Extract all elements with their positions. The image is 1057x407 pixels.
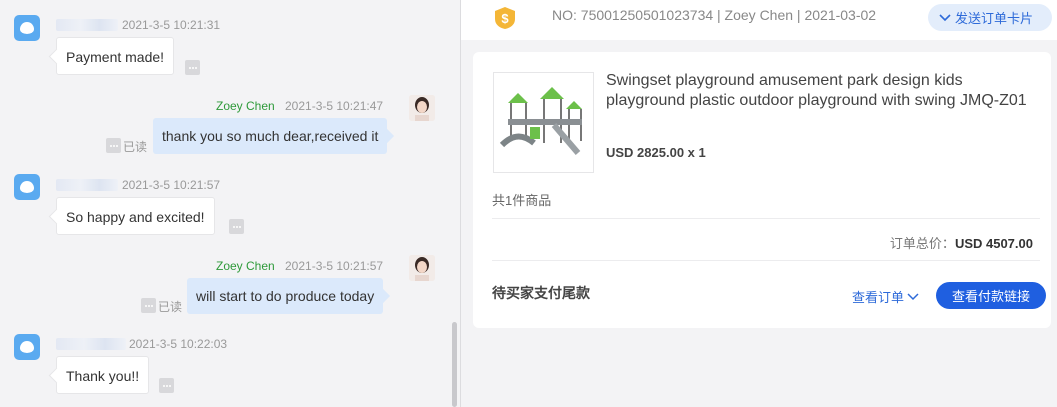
seller-avatar-image bbox=[409, 95, 435, 121]
dollar-shield-icon: $ bbox=[495, 7, 515, 29]
outgoing-message: thank you so much dear,received it bbox=[153, 118, 388, 154]
more-options-icon[interactable] bbox=[141, 298, 156, 313]
view-payment-link-button[interactable]: 查看付款链接 bbox=[936, 282, 1046, 309]
buyer-name-redacted bbox=[56, 179, 118, 191]
divider bbox=[492, 260, 1040, 261]
order-panel: $ NO: 75001250501023734 | Zoey Chen | 20… bbox=[461, 0, 1057, 407]
outgoing-message: will start to do produce today bbox=[187, 278, 384, 314]
order-total: 订单总价：USD 4507.00 bbox=[890, 233, 1033, 252]
send-order-card-button[interactable]: 发送订单卡片 bbox=[928, 4, 1052, 31]
order-total-label: 订单总价： bbox=[889, 236, 955, 251]
read-status: 已读 bbox=[158, 300, 183, 314]
incoming-message: Thank you!! bbox=[56, 356, 150, 394]
buyer-name-redacted bbox=[56, 338, 126, 350]
chevron-down-icon bbox=[939, 13, 951, 21]
message-time: 2021-3-5 10:21:57 bbox=[122, 178, 221, 192]
message-time: 2021-3-5 10:22:03 bbox=[129, 337, 228, 351]
send-order-card-label: 发送订单卡片 bbox=[955, 11, 1034, 26]
buyer-avatar[interactable] bbox=[14, 334, 40, 360]
divider bbox=[492, 218, 1040, 219]
order-card: Swingset playground amusement park desig… bbox=[473, 52, 1051, 328]
more-options-icon[interactable] bbox=[159, 378, 174, 393]
order-total-value: USD 4507.00 bbox=[954, 236, 1033, 251]
seller-avatar[interactable] bbox=[409, 255, 435, 281]
incoming-message: Payment made! bbox=[56, 37, 175, 75]
chat-panel: 2021-3-5 10:21:31 Payment made! Zoey Che… bbox=[0, 0, 460, 407]
product-title[interactable]: Swingset playground amusement park desig… bbox=[606, 71, 1036, 111]
message-time: 2021-3-5 10:21:31 bbox=[122, 18, 221, 32]
buyer-avatar[interactable] bbox=[14, 15, 40, 41]
chat-scrollbar[interactable] bbox=[452, 322, 457, 407]
more-options-icon[interactable] bbox=[106, 138, 121, 153]
svg-text:$: $ bbox=[501, 11, 509, 26]
message-time: 2021-3-5 10:21:57 bbox=[285, 259, 384, 273]
chevron-down-icon bbox=[907, 292, 919, 300]
item-count: 共1件商品 bbox=[492, 193, 552, 208]
read-status: 已读 bbox=[123, 140, 148, 154]
message-time: 2021-3-5 10:21:47 bbox=[285, 99, 384, 113]
playground-image bbox=[494, 73, 593, 172]
sender-name: Zoey Chen bbox=[216, 259, 275, 273]
product-thumbnail[interactable] bbox=[493, 72, 594, 173]
product-price: USD 2825.00 x 1 bbox=[606, 145, 706, 160]
view-order-link[interactable]: 查看订单 bbox=[852, 287, 919, 306]
buyer-avatar[interactable] bbox=[14, 174, 40, 200]
view-order-label: 查看订单 bbox=[852, 290, 905, 305]
order-status: 待买家支付尾款 bbox=[492, 285, 590, 301]
order-meta: NO: 75001250501023734 | Zoey Chen | 2021… bbox=[552, 7, 877, 23]
incoming-message: So happy and excited! bbox=[56, 197, 215, 235]
seller-avatar-image bbox=[409, 255, 435, 281]
order-header: $ NO: 75001250501023734 | Zoey Chen | 20… bbox=[461, 0, 1057, 40]
more-options-icon[interactable] bbox=[185, 60, 200, 75]
more-options-icon[interactable] bbox=[229, 219, 244, 234]
seller-avatar[interactable] bbox=[409, 95, 435, 121]
buyer-name-redacted bbox=[56, 19, 118, 31]
sender-name: Zoey Chen bbox=[216, 99, 275, 113]
